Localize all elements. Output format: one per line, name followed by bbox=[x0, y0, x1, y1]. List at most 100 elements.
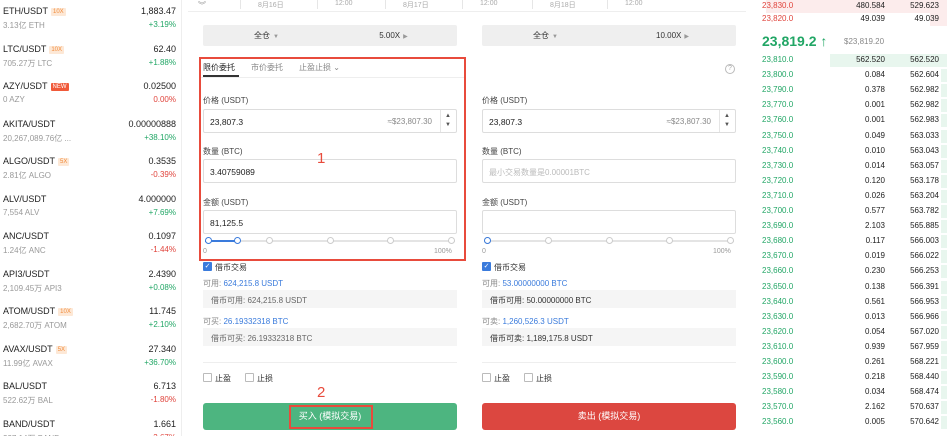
order-book-bid-row[interactable]: 23,750.0 0.049 563.033 bbox=[752, 129, 947, 143]
buy-take-profit-checkbox[interactable] bbox=[203, 373, 212, 382]
order-book-bid-row[interactable]: 23,630.0 0.013 566.966 bbox=[752, 310, 947, 324]
bid-total: 568.474 bbox=[910, 387, 939, 397]
market-row[interactable]: LTC/USDT 10X 705.27万 LTC 62.40 +1.88% bbox=[0, 41, 181, 78]
slider-handle[interactable] bbox=[484, 237, 491, 244]
sell-button[interactable]: 卖出 (模拟交易) bbox=[482, 403, 736, 430]
depth-bar bbox=[941, 250, 947, 264]
market-symbol: AKITA/USDT bbox=[3, 119, 55, 129]
order-book-bid-row[interactable]: 23,690.0 2.103 565.885 bbox=[752, 220, 947, 234]
order-book-bid-row[interactable]: 23,730.0 0.014 563.057 bbox=[752, 159, 947, 173]
bid-price: 23,590.0 bbox=[762, 372, 794, 382]
market-row[interactable]: API3/USDT 2,109.45万 API3 2.4390 +0.08% bbox=[0, 266, 181, 303]
order-book-bid-row[interactable]: 23,670.0 0.019 566.022 bbox=[752, 250, 947, 264]
bid-total: 570.642 bbox=[910, 417, 939, 427]
order-book-bid-row[interactable]: 23,580.0 0.034 568.474 bbox=[752, 386, 947, 400]
market-row[interactable]: ETH/USDT 10X 3.13亿 ETH 1,883.47 +3.19% bbox=[0, 3, 181, 40]
slider-step-dot[interactable] bbox=[666, 237, 674, 244]
market-badge: 10X bbox=[49, 45, 65, 54]
depth-bar bbox=[941, 325, 947, 339]
bid-price: 23,740.0 bbox=[762, 145, 794, 155]
sell-price-stepper[interactable]: ▲ ▼ bbox=[719, 110, 735, 132]
order-book-bid-row[interactable]: 23,700.0 0.577 563.782 bbox=[752, 205, 947, 218]
sell-percent-slider[interactable] bbox=[484, 237, 734, 244]
order-book-bid-row[interactable]: 23,590.0 0.218 568.440 bbox=[752, 371, 947, 385]
market-volume: 7,554 ALV bbox=[3, 207, 40, 217]
market-row[interactable]: ANC/USDT 1.24亿 ANC 0.1097 -1.44% bbox=[0, 228, 181, 265]
buy-margin-mode-select[interactable]: 全仓 ▼ bbox=[203, 25, 330, 46]
depth-bar bbox=[941, 189, 947, 203]
order-book-bid-row[interactable]: 23,610.0 0.939 567.959 bbox=[752, 340, 947, 354]
depth-bar bbox=[941, 310, 947, 324]
depth-bar bbox=[941, 401, 947, 415]
order-book-bid-row[interactable]: 23,810.0 562.520 562.520 bbox=[752, 54, 947, 67]
bid-total: 562.983 bbox=[910, 115, 939, 125]
order-book-bid-row[interactable]: 23,720.0 0.120 563.178 bbox=[752, 174, 947, 188]
sell-stop-loss-checkbox[interactable] bbox=[524, 373, 533, 382]
market-price: 62.40 bbox=[153, 43, 176, 54]
order-book-bid-row[interactable]: 23,570.0 2.162 570.637 bbox=[752, 401, 947, 415]
bid-total: 565.885 bbox=[910, 221, 939, 231]
depth-bar bbox=[941, 129, 947, 143]
order-book-bid-row[interactable]: 23,620.0 0.054 567.020 bbox=[752, 325, 947, 339]
sell-leverage-select[interactable]: 10.00X ▶ bbox=[609, 25, 736, 46]
stepper-up-icon[interactable]: ▲ bbox=[724, 113, 730, 119]
market-row[interactable]: ATOM/USDT 10X 2,682.70万 ATOM 11.745 +2.10% bbox=[0, 303, 181, 340]
bid-price: 23,730.0 bbox=[762, 160, 794, 170]
market-row[interactable]: AVAX/USDT 5X 11.99亿 AVAX 27.340 +36.70% bbox=[0, 341, 181, 378]
slider-step-dot[interactable] bbox=[605, 237, 613, 244]
sell-qty-input[interactable]: 最小交易数量是0.00001BTC bbox=[482, 159, 736, 183]
sell-price-input[interactable]: 23,807.3 ≈$23,807.30 ▲ ▼ bbox=[482, 109, 736, 133]
market-change: +38.10% bbox=[144, 132, 176, 142]
order-book-bid-row[interactable]: 23,640.0 0.561 566.953 bbox=[752, 295, 947, 309]
sell-price-value: 23,807.3 bbox=[489, 117, 523, 127]
bid-amount: 0.138 bbox=[864, 281, 885, 291]
sell-price-hint: ≈$23,807.30 bbox=[666, 117, 711, 126]
slider-step-dot[interactable] bbox=[544, 237, 552, 244]
market-symbol-text: LTC/USDT bbox=[3, 43, 47, 54]
order-book-bid-row[interactable]: 23,600.0 0.261 568.221 bbox=[752, 356, 947, 369]
order-book-bid-row[interactable]: 23,710.0 0.026 563.204 bbox=[752, 189, 947, 203]
order-book-bid-row[interactable]: 23,760.0 0.001 562.983 bbox=[752, 114, 947, 128]
order-book-ask-row[interactable]: 23,820.0 49.039 49.039 bbox=[752, 13, 947, 26]
chart-time-tick: 12:00 bbox=[335, 0, 353, 7]
market-change: +7.69% bbox=[148, 207, 176, 217]
market-symbol-text: BAND/USDT bbox=[3, 418, 56, 429]
bid-amount: 0.001 bbox=[864, 100, 885, 110]
order-book-bid-row[interactable]: 23,770.0 0.001 562.982 bbox=[752, 99, 947, 113]
order-book-bid-row[interactable]: 23,650.0 0.138 566.391 bbox=[752, 280, 947, 294]
depth-bar bbox=[941, 220, 947, 234]
buy-leverage-select[interactable]: 5.00X ▶ bbox=[330, 25, 457, 46]
sell-borrow-checkbox[interactable]: ✓ bbox=[482, 262, 491, 271]
sell-amount-input[interactable] bbox=[482, 210, 736, 234]
sell-margin-mode-select[interactable]: 全仓 ▼ bbox=[482, 25, 609, 46]
order-book-bid-row[interactable]: 23,560.0 0.005 570.642 bbox=[752, 416, 947, 430]
depth-bar bbox=[941, 386, 947, 400]
annotation-2: 2 bbox=[317, 384, 326, 401]
depth-bar bbox=[941, 235, 947, 249]
help-icon[interactable]: ? bbox=[725, 64, 735, 74]
order-book-bid-row[interactable]: 23,680.0 0.117 566.003 bbox=[752, 235, 947, 249]
order-book-ask-row[interactable]: 23,830.0 480.584 529.623 bbox=[752, 0, 947, 13]
chart-collapse-icon[interactable]: ︾ bbox=[198, 0, 206, 11]
market-row[interactable]: BAL/USDT 522.62万 BAL 6.713 -1.80% bbox=[0, 378, 181, 415]
market-change: +3.19% bbox=[148, 20, 176, 29]
buy-available: 可用: 624,215.8 USDT bbox=[203, 279, 284, 288]
bid-total: 568.440 bbox=[910, 372, 939, 382]
sell-take-profit-checkbox[interactable] bbox=[482, 373, 491, 382]
market-row[interactable]: AKITA/USDT 20,267,089.76亿 ... 0.00000888 +3… bbox=[0, 116, 181, 153]
market-row[interactable]: BAND/USDT 337.14万 BAND 1.661 -3.67% bbox=[0, 416, 181, 436]
buy-borrow-checkbox[interactable]: ✓ bbox=[203, 262, 212, 271]
bid-amount: 0.014 bbox=[864, 160, 885, 170]
market-row[interactable]: ALGO/USDT 5X 2.81亿 ALGO 0.3535 -0.39% bbox=[0, 153, 181, 190]
market-badge: 10X bbox=[58, 308, 73, 316]
ask-price: 23,820.0 bbox=[762, 14, 794, 23]
market-row[interactable]: AZY/USDT NEW 0 AZY 0.02500 0.00% bbox=[0, 78, 181, 115]
order-book-bid-row[interactable]: 23,740.0 0.010 563.043 bbox=[752, 144, 947, 158]
order-book-bid-row[interactable]: 23,790.0 0.378 562.982 bbox=[752, 84, 947, 98]
order-book-bid-row[interactable]: 23,660.0 0.230 566.253 bbox=[752, 265, 947, 279]
order-book-bid-row[interactable]: 23,800.0 0.084 562.604 bbox=[752, 69, 947, 83]
buy-stop-loss-checkbox[interactable] bbox=[245, 373, 254, 382]
stepper-down-icon[interactable]: ▼ bbox=[724, 122, 730, 128]
market-row[interactable]: ALV/USDT 7,554 ALV 4.000000 +7.69% bbox=[0, 191, 181, 228]
slider-step-dot[interactable] bbox=[727, 237, 734, 244]
